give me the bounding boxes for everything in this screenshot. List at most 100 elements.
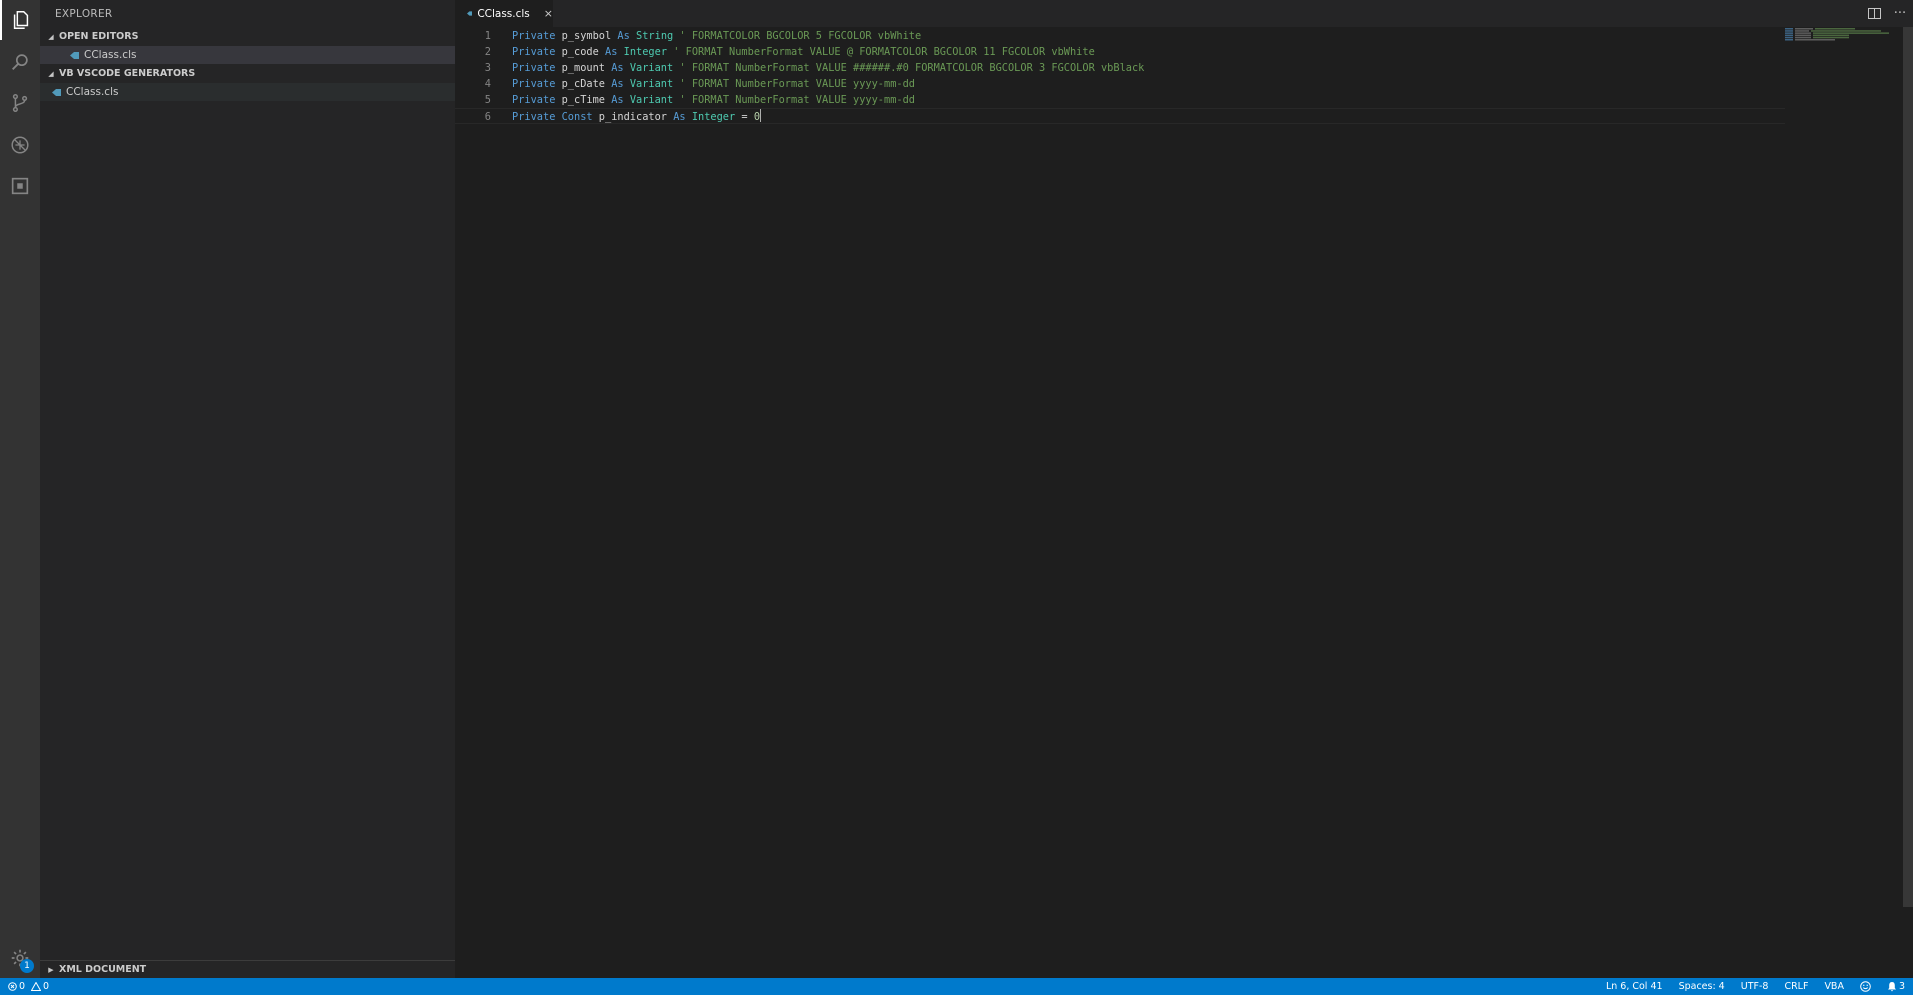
code-token: Variant [629,78,674,90]
files-icon [13,11,29,29]
code-token: = [735,111,754,123]
more-actions-button[interactable]: ··· [1887,0,1913,27]
line-number: 1 [484,30,491,42]
code-token: Variant [629,94,674,106]
open-editors-label: OPEN EDITORS [59,31,139,42]
code-token: ' FORMAT NumberFormat VALUE yyyy-mm-dd [679,94,915,106]
code-token: ' FORMATCOLOR BGCOLOR 5 FGCOLOR vbWhite [679,30,922,42]
cursor-position[interactable]: Ln 6, Col 41 [1598,981,1671,992]
code-text: Private p_cTime As Variant ' FORMAT Numb… [512,92,915,108]
code-token: ' FORMAT NumberFormat VALUE ######.#0 FO… [679,62,1145,74]
editor-area: CClass.cls × ··· 1 Private p_symbol As St… [455,0,1913,978]
code-token: As [673,111,686,123]
code-token: p_symbol [555,30,618,42]
settings-badge: 1 [20,959,34,973]
code-line[interactable]: 3 Private p_mount As Variant ' FORMAT Num… [455,60,1785,76]
sidebar: EXPLORER ◢ OPEN EDITORS CClass.cls ◢ VB … [40,0,455,978]
code-editor[interactable]: 1 Private p_symbol As String ' FORMATCOLO… [455,27,1785,978]
open-editor-item[interactable]: CClass.cls [40,46,455,64]
smiley-icon [1860,981,1871,992]
code-line[interactable]: 5 Private p_cTime As Variant ' FORMAT Num… [455,92,1785,108]
code-token: Private [512,111,556,123]
debug-button[interactable] [0,125,40,165]
code-token: Integer [623,46,668,58]
notification-count: 3 [1898,981,1905,992]
error-icon [8,982,17,991]
code-text: Private p_cDate As Variant ' FORMAT Numb… [512,76,915,92]
source-control-icon [12,94,28,112]
code-token: As [617,30,630,42]
notifications-button[interactable]: 3 [1879,981,1907,992]
code-token: Private [512,62,556,74]
tab-bar: CClass.cls × ··· [455,0,1913,27]
split-editor-button[interactable] [1861,0,1887,27]
project-header[interactable]: ◢ VB VSCODE GENERATORS [40,65,455,83]
explorer-button[interactable] [0,0,40,40]
project-filename: CClass.cls [66,86,119,98]
source-control-button[interactable] [0,83,40,123]
line-number: 2 [484,46,491,58]
chevron-down-icon: ◢ [48,70,54,78]
xml-document-label: XML DOCUMENT [59,964,147,975]
activity-bar: 1 [0,0,40,978]
open-editor-filename: CClass.cls [84,49,137,61]
project-label: VB VSCODE GENERATORS [59,68,196,79]
warning-count: 0 [43,981,50,992]
search-icon [12,54,28,70]
code-line[interactable]: 4 Private p_cDate As Variant ' FORMAT Num… [455,76,1785,92]
search-button[interactable] [0,42,40,82]
feedback-button[interactable] [1852,981,1879,992]
code-token: p_cTime [555,94,612,106]
encoding[interactable]: UTF-8 [1733,981,1777,992]
vb-file-icon [70,51,79,59]
code-token: As [611,78,624,90]
line-number: 3 [484,62,491,74]
xml-document-header[interactable]: ▶ XML DOCUMENT [40,961,455,979]
code-text: Private Const p_indicator As Integer = 0 [512,109,762,125]
error-count: 0 [19,981,26,992]
code-line[interactable]: 6 Private Const p_indicator As Integer = … [455,108,1785,124]
code-token: Private [512,78,556,90]
indentation[interactable]: Spaces: 4 [1671,981,1733,992]
split-editor-icon [1867,8,1881,19]
debug-icon [11,136,29,154]
code-token: As [611,62,624,74]
line-number: 6 [484,111,491,123]
code-token: String [636,30,674,42]
code-token: p_mount [555,62,612,74]
close-icon[interactable]: × [544,7,553,20]
language-mode[interactable]: VBA [1816,981,1852,992]
sidebar-title: EXPLORER [55,8,113,20]
tab-actions: ··· [1861,0,1913,27]
minimap[interactable] [1785,28,1895,42]
code-line[interactable]: 2 Private p_code As Integer ' FORMAT Numb… [455,44,1785,60]
code-token: p_indicator [592,111,674,123]
problems-indicator[interactable]: 0 0 [8,981,53,992]
vb-file-icon [52,88,61,96]
extensions-icon [11,177,29,195]
open-editors-header[interactable]: ◢ OPEN EDITORS [40,28,455,46]
code-token: Integer [691,111,736,123]
line-number: 5 [484,94,491,106]
code-token: p_code [555,46,606,58]
project-file-item[interactable]: CClass.cls [40,83,455,101]
manage-button[interactable]: 1 [0,938,40,978]
chevron-down-icon: ◢ [48,33,54,41]
code-text: Private p_mount As Variant ' FORMAT Numb… [512,60,1144,76]
xml-document-section[interactable]: ▶ XML DOCUMENT [40,960,455,978]
vb-file-icon [467,11,473,16]
tab-cclass[interactable]: CClass.cls × [455,0,553,27]
end-of-line[interactable]: CRLF [1776,981,1816,992]
code-token: Const [561,111,593,123]
vertical-scrollbar[interactable] [1903,27,1913,907]
code-token: p_cDate [555,78,612,90]
code-text: Private p_code As Integer ' FORMAT Numbe… [512,44,1095,60]
code-token: As [605,46,618,58]
extensions-button[interactable] [0,166,40,206]
code-line[interactable]: 1 Private p_symbol As String ' FORMATCOLO… [455,28,1785,44]
code-token: Variant [629,62,674,74]
code-token: As [611,94,624,106]
tab-label: CClass.cls [477,7,530,20]
code-token: ' FORMAT NumberFormat VALUE @ FORMATCOLO… [673,46,1095,58]
status-bar: 0 0 Ln 6, Col 41 Spaces: 4 UTF-8 CRLF VB… [0,978,1913,995]
